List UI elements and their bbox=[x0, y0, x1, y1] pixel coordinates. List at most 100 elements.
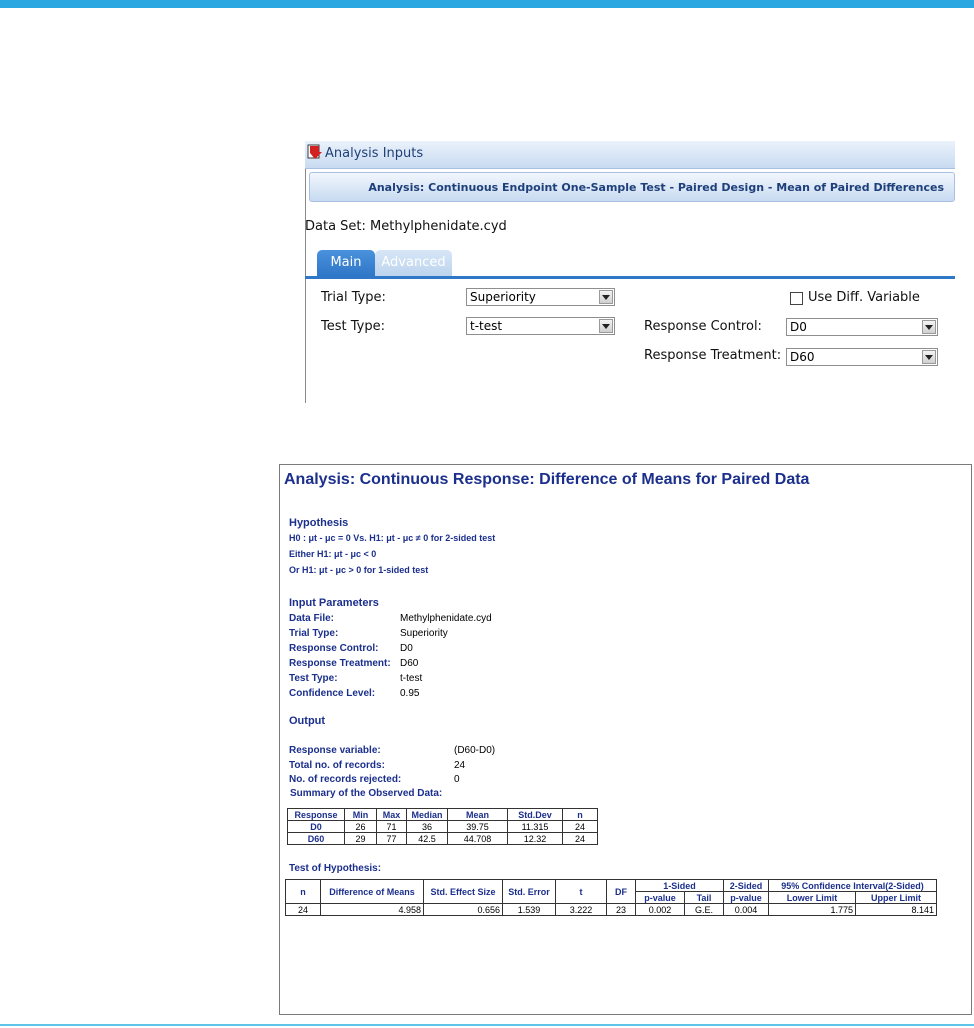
table-cell: D60 bbox=[287, 832, 345, 845]
red-down-arrow-icon[interactable] bbox=[307, 144, 323, 160]
table-cell: 23 bbox=[606, 903, 636, 916]
trial-type-select[interactable]: Superiority bbox=[466, 288, 615, 306]
table-cell: 3.222 bbox=[555, 903, 607, 916]
input-value: Methylphenidate.cyd bbox=[400, 613, 492, 624]
table-cell: 24 bbox=[285, 903, 321, 916]
table-cell: 1.775 bbox=[768, 903, 856, 916]
tab-advanced[interactable]: Advanced bbox=[375, 250, 452, 276]
chevron-down-icon[interactable] bbox=[922, 350, 936, 364]
table-header: Upper Limit bbox=[855, 891, 937, 904]
table-cell: 36 bbox=[406, 820, 448, 833]
table-cell: 11.315 bbox=[507, 820, 563, 833]
input-value: t-test bbox=[400, 673, 423, 684]
trial-type-value: Superiority bbox=[470, 290, 536, 304]
input-label: Test Type: bbox=[289, 673, 338, 684]
table-cell: 8.141 bbox=[855, 903, 937, 916]
test-type-select[interactable]: t-test bbox=[466, 317, 615, 335]
table-header: 2-Sided bbox=[723, 879, 769, 892]
panel-title: Analysis Inputs bbox=[325, 146, 424, 161]
input-value: D60 bbox=[400, 658, 419, 669]
table-cell: 24 bbox=[562, 832, 598, 845]
table-header: Lower Limit bbox=[768, 891, 856, 904]
table-cell: 26 bbox=[344, 820, 377, 833]
chevron-down-icon[interactable] bbox=[599, 319, 613, 333]
panel-header: Analysis Inputs bbox=[305, 141, 955, 169]
table-header: Max bbox=[376, 808, 407, 821]
table-row: D60 29 77 42.5 44.708 12.32 24 bbox=[287, 832, 598, 845]
table-header: Median bbox=[406, 808, 448, 821]
table-header-row: Response Min Max Median Mean Std.Dev n bbox=[287, 808, 598, 821]
analysis-inputs-panel: Analysis Inputs Analysis: Continuous End… bbox=[305, 141, 955, 403]
table-header: Difference of Means bbox=[320, 879, 424, 904]
table-cell: 0.004 bbox=[723, 903, 769, 916]
hypothesis-line-3: Or H1: μt - μc > 0 for 1-sided test bbox=[289, 565, 429, 575]
table-cell: 44.708 bbox=[447, 832, 508, 845]
table-header: p-value bbox=[635, 891, 685, 904]
table-header: Std.Dev bbox=[507, 808, 563, 821]
tab-strip: Main Advanced bbox=[305, 248, 955, 279]
output-label: Response variable: bbox=[289, 745, 381, 756]
table-header: Std. Effect Size bbox=[423, 879, 503, 904]
test-table: n Difference of Means Std. Effect Size S… bbox=[285, 879, 937, 916]
input-label: Response Control: bbox=[289, 643, 379, 654]
hypothesis-line-2: Either H1: μt - μc < 0 bbox=[289, 549, 377, 559]
table-header: n bbox=[285, 879, 321, 904]
table-cell: 42.5 bbox=[406, 832, 448, 845]
hypothesis-line-1: H0 : μt - μc = 0 Vs. H1: μt - μc ≠ 0 for… bbox=[289, 533, 496, 543]
response-treatment-select[interactable]: D60 bbox=[786, 348, 938, 366]
table-header: Mean bbox=[447, 808, 508, 821]
table-cell: 0.002 bbox=[635, 903, 685, 916]
table-header: 95% Confidence Interval(2-Sided) bbox=[768, 879, 937, 892]
chevron-down-icon[interactable] bbox=[599, 290, 613, 304]
table-cell: 29 bbox=[344, 832, 377, 845]
top-accent-bar bbox=[0, 0, 974, 8]
input-parameters-heading: Input Parameters bbox=[289, 597, 379, 609]
response-control-value: D0 bbox=[790, 320, 807, 334]
analysis-type-bar: Analysis: Continuous Endpoint One-Sample… bbox=[309, 172, 955, 202]
input-value: 0.95 bbox=[400, 688, 420, 699]
output-heading: Output bbox=[289, 715, 326, 727]
table-header: t bbox=[555, 879, 607, 904]
summary-heading: Summary of the Observed Data: bbox=[290, 788, 443, 799]
hypothesis-heading: Hypothesis bbox=[289, 517, 349, 529]
table-header: Std. Error bbox=[502, 879, 556, 904]
table-header: 1-Sided bbox=[635, 879, 724, 892]
test-type-label: Test Type: bbox=[321, 319, 385, 334]
chevron-down-icon[interactable] bbox=[922, 320, 936, 334]
table-header: p-value bbox=[723, 891, 769, 904]
use-diff-checkbox[interactable] bbox=[790, 292, 803, 305]
response-control-select[interactable]: D0 bbox=[786, 318, 938, 336]
trial-type-label: Trial Type: bbox=[321, 290, 386, 305]
table-cell: 24 bbox=[562, 820, 598, 833]
table-cell: 12.32 bbox=[507, 832, 563, 845]
input-label: Trial Type: bbox=[289, 628, 339, 639]
table-cell: 4.958 bbox=[320, 903, 424, 916]
table-header: Tail bbox=[684, 891, 724, 904]
table-cell: 39.75 bbox=[447, 820, 508, 833]
table-row: D0 26 71 36 39.75 11.315 24 bbox=[287, 820, 598, 833]
input-value: Superiority bbox=[400, 628, 448, 639]
output-report: Analysis: Continuous Response: Differenc… bbox=[279, 464, 972, 1015]
response-control-label: Response Control: bbox=[644, 319, 762, 334]
table-cell: D0 bbox=[287, 820, 345, 833]
dataset-label: Data Set: Methylphenidate.cyd bbox=[305, 219, 507, 234]
input-label: Confidence Level: bbox=[289, 688, 376, 699]
table-cell: G.E. bbox=[684, 903, 724, 916]
output-label: Total no. of records: bbox=[289, 760, 385, 771]
input-label: Response Treatment: bbox=[289, 658, 391, 669]
test-heading: Test of Hypothesis: bbox=[289, 863, 382, 874]
table-header: DF bbox=[606, 879, 636, 904]
output-label: No. of records rejected: bbox=[289, 774, 402, 785]
table-cell: 1.539 bbox=[502, 903, 556, 916]
tab-main[interactable]: Main bbox=[317, 250, 375, 276]
output-value: 0 bbox=[454, 774, 460, 785]
table-header: Min bbox=[344, 808, 377, 821]
bottom-accent-line bbox=[0, 1024, 974, 1026]
input-value: D0 bbox=[400, 643, 413, 654]
table-cell: 77 bbox=[376, 832, 407, 845]
response-treatment-value: D60 bbox=[790, 350, 815, 364]
response-treatment-label: Response Treatment: bbox=[644, 348, 782, 363]
analysis-type-label: Analysis: Continuous Endpoint One-Sample… bbox=[368, 181, 944, 194]
report-title: Analysis: Continuous Response: Differenc… bbox=[284, 471, 810, 488]
table-cell: 0.656 bbox=[423, 903, 503, 916]
